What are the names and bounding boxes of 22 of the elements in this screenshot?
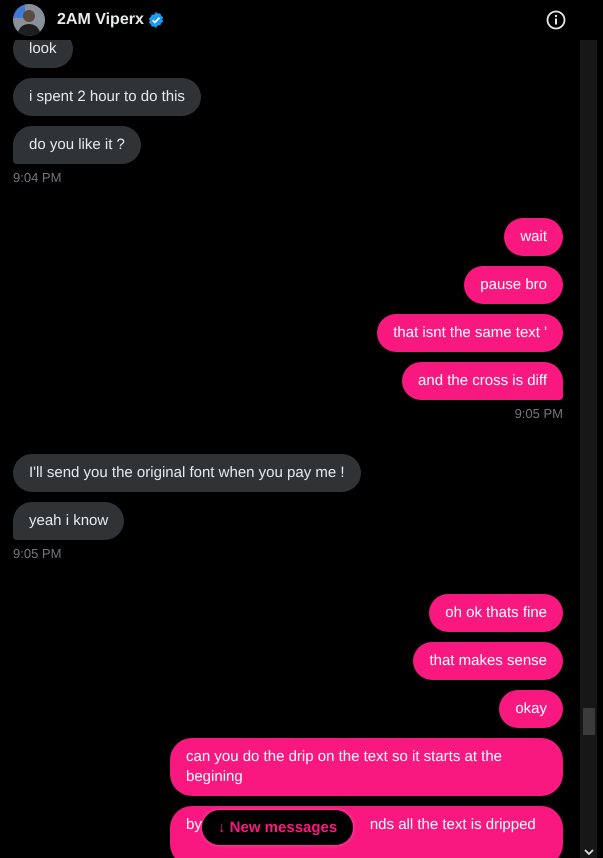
message-bubble: that makes sense bbox=[413, 642, 563, 680]
message-bubble: and the cross is diff bbox=[402, 362, 563, 400]
timestamp: 9:05 PM bbox=[514, 406, 563, 421]
chevron-down-icon[interactable] bbox=[584, 848, 594, 856]
info-icon[interactable] bbox=[546, 10, 566, 30]
message-bubble: that isnt the same text ' bbox=[377, 314, 563, 352]
message-bubble: do you like it ? bbox=[13, 126, 141, 164]
scrollbar[interactable] bbox=[580, 40, 597, 858]
message-bubble: oh ok thats fine bbox=[429, 594, 563, 632]
timestamp: 9:05 PM bbox=[13, 546, 62, 561]
scroll-thumb[interactable] bbox=[583, 708, 595, 735]
message-bubble: okay bbox=[499, 690, 563, 728]
timestamp: 9:04 PM bbox=[13, 170, 62, 185]
message-bubble: i spent 2 hour to do this bbox=[13, 78, 201, 116]
new-messages-button[interactable]: ↓ New messages bbox=[202, 810, 354, 845]
message-bubble: pause bro bbox=[464, 266, 563, 304]
message-bubble: yeah i know bbox=[13, 502, 124, 540]
avatar[interactable] bbox=[13, 4, 45, 36]
contact-name: 2AM Viperx bbox=[57, 11, 144, 29]
message-bubble: wait bbox=[504, 218, 563, 256]
message-bubble: can you do the drip on the text so it starts at the begining bbox=[170, 738, 563, 796]
message-bubble: I'll send you the original font when you pay me ! bbox=[13, 454, 361, 492]
